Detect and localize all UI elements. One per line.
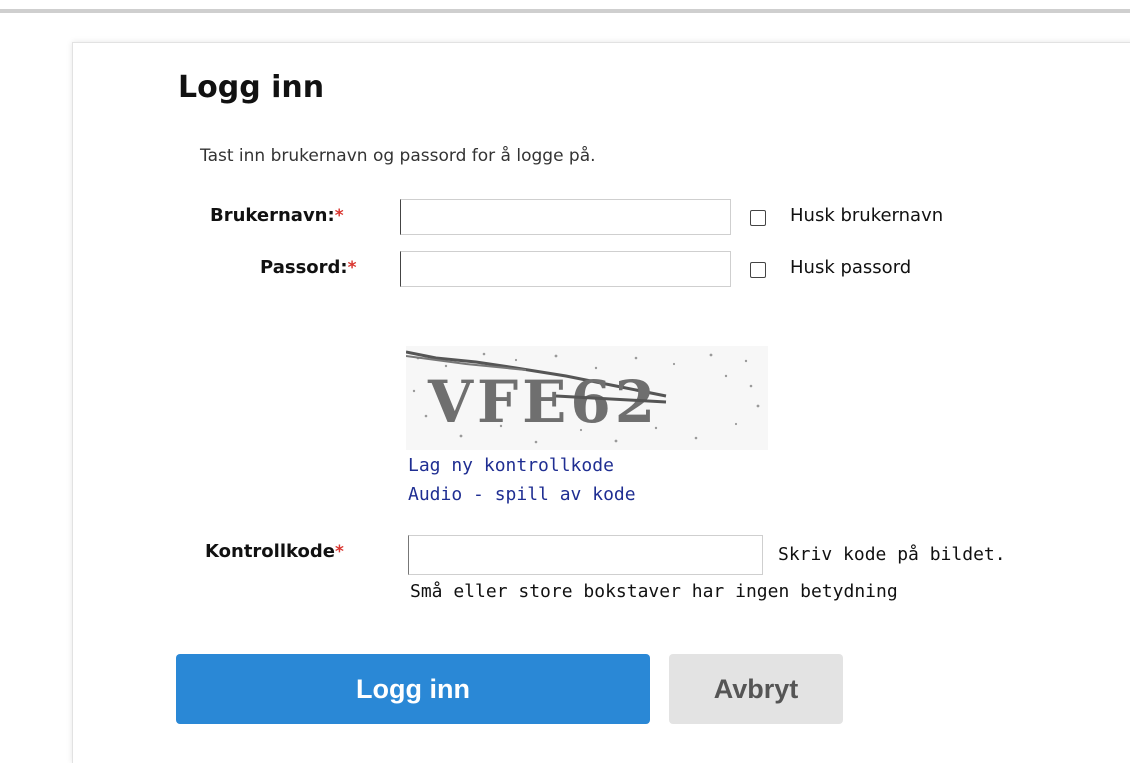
captcha-image: VFE62 [405,346,768,450]
top-divider [0,0,1130,13]
control-code-hint: Skriv kode på bildet. [778,544,1006,565]
intro-text: Tast inn brukernavn og passord for å log… [200,146,596,166]
login-button[interactable]: Logg inn [176,654,650,724]
username-label: Brukernavn:* [210,205,344,226]
captcha-text: VFE62 [427,368,659,436]
case-insensitive-hint: Små eller store bokstaver har ingen bety… [410,581,898,602]
remember-username-checkbox[interactable] [750,210,766,226]
page-title: Logg inn [178,70,325,105]
control-code-input[interactable] [408,535,763,575]
remember-password-label[interactable]: Husk passord [790,257,911,278]
username-label-text: Brukernavn: [210,205,335,226]
control-code-label: Kontrollkode* [205,541,344,562]
required-marker: * [347,258,357,278]
captcha-svg: VFE62 [405,350,760,444]
audio-code-link[interactable]: Audio - spill av kode [408,484,636,505]
remember-username-label[interactable]: Husk brukernavn [790,205,943,226]
password-input[interactable] [400,251,731,287]
required-marker: * [334,542,344,562]
remember-password-checkbox[interactable] [750,262,766,278]
password-label: Passord:* [260,257,357,278]
required-marker: * [334,206,344,226]
username-input[interactable] [400,199,731,235]
new-code-link[interactable]: Lag ny kontrollkode [408,455,614,476]
password-label-text: Passord: [260,257,348,278]
cancel-button[interactable]: Avbryt [669,654,843,724]
control-code-label-text: Kontrollkode [205,541,335,562]
